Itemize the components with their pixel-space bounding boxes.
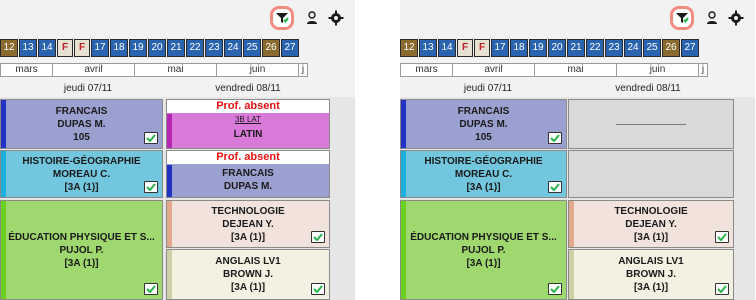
week-F-3[interactable]: F: [57, 39, 73, 57]
day-header-friday: vendredi 08/11: [215, 83, 281, 94]
week-13-1[interactable]: 13: [419, 39, 437, 57]
day-header-friday: vendredi 08/11: [615, 83, 681, 94]
toolbar: [0, 0, 355, 36]
lesson-technologie[interactable]: TECHNOLOGIE DEJEAN Y. [3A (1)]: [568, 200, 734, 248]
month-mars: mars: [401, 64, 453, 76]
lesson-eps[interactable]: ÉDUCATION PHYSIQUE ET S... PUJOL P. [3A …: [400, 200, 567, 300]
week-12-0[interactable]: 12: [400, 39, 418, 57]
week-26-14[interactable]: 26: [662, 39, 680, 57]
week-24-12[interactable]: 24: [624, 39, 642, 57]
lesson-histoire[interactable]: HISTOIRE-GÉOGRAPHIE MOREAU C. [3A (1)]: [0, 150, 163, 198]
empty-slot-line: [616, 123, 686, 125]
week-25-13[interactable]: 25: [243, 39, 261, 57]
timetable-panel-left: 12 13 14 F F 17 18 19 20 21 22 23 24 25 26 27 mars avri…: [0, 0, 355, 300]
lesson-francais-absent[interactable]: Prof. absent FRANCAIS DUPAS M.: [166, 150, 330, 198]
lesson-anglais[interactable]: ANGLAIS LV1 BROWN J. [3A (1)]: [568, 249, 734, 300]
week-25-13[interactable]: 25: [643, 39, 661, 57]
week-18-6[interactable]: 18: [110, 39, 128, 57]
week-23-11[interactable]: 23: [605, 39, 623, 57]
person-button[interactable]: [300, 6, 324, 30]
month-avril: avril: [453, 64, 535, 76]
filter-button[interactable]: [270, 6, 294, 30]
month-juin: juin: [617, 64, 699, 76]
week-18-6[interactable]: 18: [510, 39, 528, 57]
week-20-8[interactable]: 20: [548, 39, 566, 57]
timetable-panel-right: 12 13 14 F F 17 18 19 20 21 22 23 24 25 26 27 mars avri…: [400, 0, 755, 300]
empty-slot: [568, 150, 734, 198]
week-27-15[interactable]: 27: [281, 39, 299, 57]
week-23-11[interactable]: 23: [205, 39, 223, 57]
week-13-1[interactable]: 13: [19, 39, 37, 57]
person-button[interactable]: [700, 6, 724, 30]
week-26-14[interactable]: 26: [262, 39, 280, 57]
filter-icon: [676, 13, 689, 24]
month-mars: mars: [1, 64, 53, 76]
week-strip: 12 13 14 F F 17 18 19 20 21 22 23 24 25 26 27: [400, 39, 700, 57]
week-17-5[interactable]: 17: [491, 39, 509, 57]
comment-icon[interactable]: [548, 132, 562, 144]
lesson-anglais[interactable]: ANGLAIS LV1 BROWN J. [3A (1)]: [166, 249, 330, 300]
week-24-12[interactable]: 24: [224, 39, 242, 57]
month-avril: avril: [53, 64, 135, 76]
person-icon: [707, 11, 717, 24]
lesson-histoire[interactable]: HISTOIRE-GÉOGRAPHIE MOREAU C. [3A (1)]: [400, 150, 567, 198]
week-22-10[interactable]: 22: [186, 39, 204, 57]
prof-absent-label: Prof. absent: [167, 151, 329, 164]
week-F-3[interactable]: F: [457, 39, 473, 57]
week-17-5[interactable]: 17: [91, 39, 109, 57]
settings-button[interactable]: [324, 6, 348, 30]
week-19-7[interactable]: 19: [529, 39, 547, 57]
filter-icon: [276, 13, 289, 24]
week-14-2[interactable]: 14: [438, 39, 456, 57]
lesson-technologie[interactable]: TECHNOLOGIE DEJEAN Y. [3A (1)]: [166, 200, 330, 248]
comment-icon[interactable]: [715, 283, 729, 295]
week-22-10[interactable]: 22: [586, 39, 604, 57]
week-21-9[interactable]: 21: [567, 39, 585, 57]
comment-icon[interactable]: [311, 283, 325, 295]
prof-absent-label: Prof. absent: [167, 100, 329, 113]
week-F-4[interactable]: F: [74, 39, 90, 57]
gear-icon: [328, 10, 344, 26]
lesson-francais[interactable]: FRANCAIS DUPAS M. 105: [400, 99, 567, 149]
comment-icon[interactable]: [144, 132, 158, 144]
day-header-thursday: jeudi 07/11: [63, 83, 113, 94]
person-icon: [307, 11, 317, 24]
lesson-eps[interactable]: ÉDUCATION PHYSIQUE ET S... PUJOL P. [3A …: [0, 200, 163, 300]
empty-slot: [568, 99, 734, 149]
lesson-francais[interactable]: FRANCAIS DUPAS M. 105: [0, 99, 163, 149]
week-19-7[interactable]: 19: [129, 39, 147, 57]
month-juillet: j: [301, 64, 305, 75]
month-mai: mai: [135, 64, 217, 76]
month-strip: mars avril mai juin j: [0, 63, 308, 77]
week-20-8[interactable]: 20: [148, 39, 166, 57]
month-mai: mai: [535, 64, 617, 76]
timetable-grid: FRANCAIS DUPAS M. 105 HISTOIRE-GÉOGRAPHI…: [0, 97, 355, 300]
comment-icon[interactable]: [548, 181, 562, 193]
day-header-thursday: jeudi 07/11: [463, 83, 513, 94]
week-27-15[interactable]: 27: [681, 39, 699, 57]
month-juin: juin: [217, 64, 299, 76]
timetable-grid: FRANCAIS DUPAS M. 105 HISTOIRE-GÉOGRAPHI…: [400, 97, 755, 300]
comment-icon[interactable]: [311, 231, 325, 243]
week-F-4[interactable]: F: [474, 39, 490, 57]
week-21-9[interactable]: 21: [167, 39, 185, 57]
comment-icon[interactable]: [715, 231, 729, 243]
filter-button[interactable]: [670, 6, 694, 30]
settings-button[interactable]: [724, 6, 748, 30]
month-juillet: j: [701, 64, 705, 75]
comment-icon[interactable]: [548, 283, 562, 295]
lesson-latin[interactable]: Prof. absent 3B LAT LATIN: [166, 99, 330, 149]
comment-icon[interactable]: [144, 283, 158, 295]
month-strip: mars avril mai juin j: [400, 63, 708, 77]
gear-icon: [728, 10, 744, 26]
week-strip: 12 13 14 F F 17 18 19 20 21 22 23 24 25 26 27: [0, 39, 300, 57]
toolbar: [400, 0, 755, 36]
comment-icon[interactable]: [144, 181, 158, 193]
week-14-2[interactable]: 14: [38, 39, 56, 57]
week-12-0[interactable]: 12: [0, 39, 18, 57]
